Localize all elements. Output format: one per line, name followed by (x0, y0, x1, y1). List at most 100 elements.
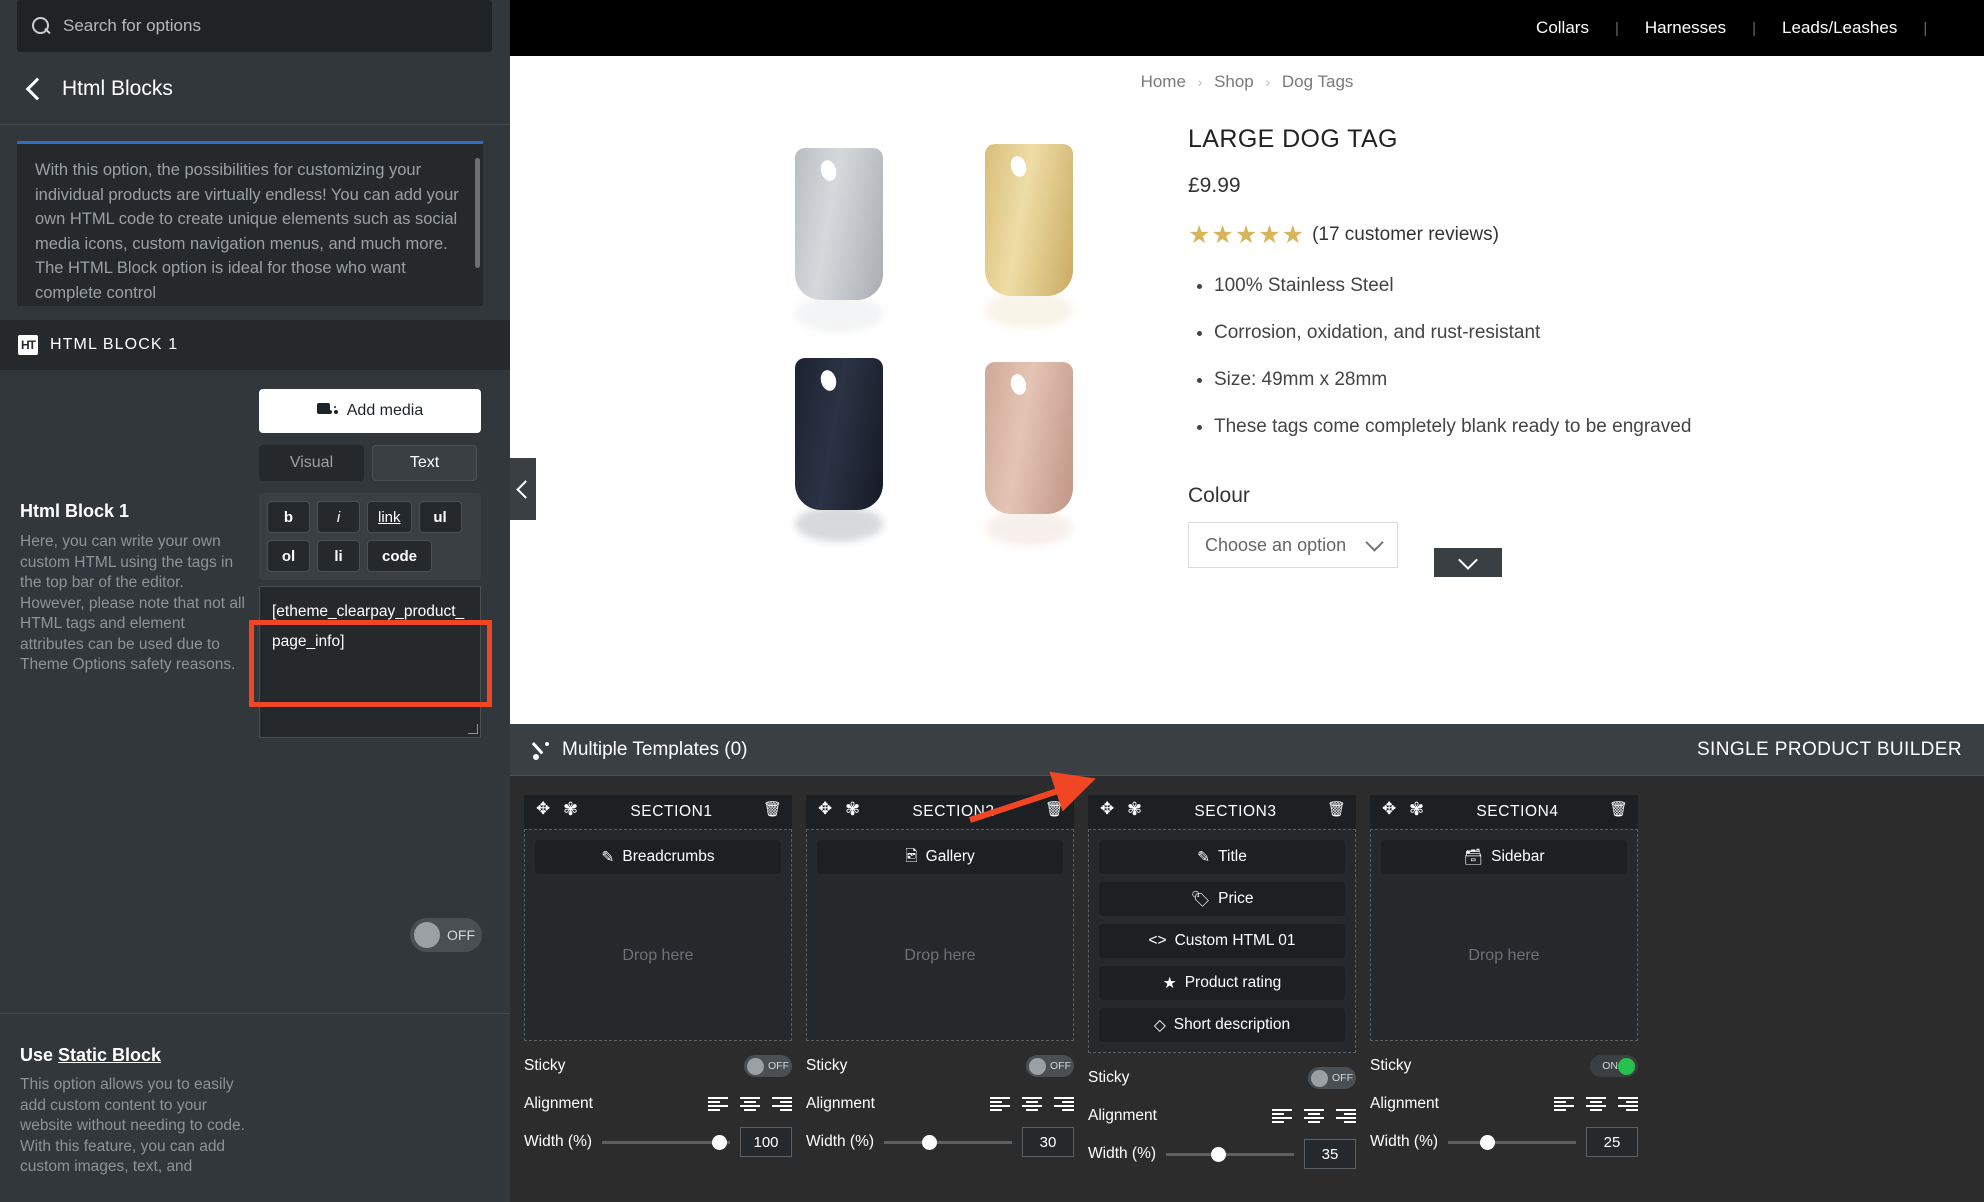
sticky-row: Sticky OFF (524, 1051, 792, 1081)
width-row: Width (%) 25 (1370, 1127, 1638, 1157)
align-left-icon[interactable] (1272, 1108, 1292, 1124)
scrollbar[interactable] (475, 158, 480, 268)
slider-knob[interactable] (922, 1134, 938, 1150)
move-icon[interactable] (536, 799, 553, 821)
sticky-toggle[interactable]: OFF (1308, 1067, 1356, 1089)
media-icon (316, 402, 337, 420)
chevron-left-icon[interactable] (14, 69, 54, 109)
resize-handle[interactable] (468, 724, 478, 734)
sticky-state: OFF (768, 1060, 789, 1072)
trash-icon[interactable] (1609, 800, 1629, 821)
alignment-controls (1272, 1108, 1356, 1124)
product-image-gold[interactable] (985, 144, 1073, 296)
section-dropzone[interactable]: ✎ Title 🏷 Price <> Custom HTML 01 ★ Prod… (1088, 829, 1356, 1053)
alignment-controls (1554, 1096, 1638, 1112)
tab-visual[interactable]: Visual (259, 445, 364, 481)
builder-element-title[interactable]: ✎ Title (1099, 840, 1345, 874)
panel-collapse-handle[interactable] (510, 458, 536, 520)
width-slider[interactable] (884, 1134, 1012, 1150)
quicktag-ul[interactable]: ul (418, 501, 462, 533)
move-icon[interactable] (1382, 799, 1399, 821)
section-dropzone[interactable]: 🗃 Sidebar Drop here (1370, 829, 1638, 1041)
multiple-templates-button[interactable]: Multiple Templates (0) (532, 739, 748, 761)
search-bar[interactable]: Search for options (17, 0, 492, 52)
nav-item-leads-leashes[interactable]: Leads/Leashes (1756, 18, 1923, 38)
gear-icon[interactable] (563, 799, 580, 821)
html-code-textarea[interactable]: [etheme_clearpay_product_page_info] (259, 586, 481, 738)
review-count-link[interactable]: (17 customer reviews) (1312, 224, 1499, 246)
section-dropzone[interactable]: 🖻 Gallery Drop here (806, 829, 1074, 1041)
colour-select[interactable]: Choose an option (1188, 522, 1398, 568)
move-icon[interactable] (818, 799, 835, 821)
align-left-icon[interactable] (990, 1096, 1010, 1112)
add-media-button[interactable]: Add media (259, 389, 481, 433)
trash-icon[interactable] (1327, 800, 1347, 821)
element-label: Product rating (1184, 974, 1282, 991)
quicktag-ol[interactable]: ol (267, 540, 310, 572)
width-slider[interactable] (1166, 1146, 1294, 1162)
product-image-rose-gold[interactable] (985, 362, 1073, 514)
align-left-icon[interactable] (708, 1096, 728, 1112)
slider-knob[interactable] (712, 1134, 728, 1150)
align-center-icon[interactable] (1304, 1108, 1324, 1124)
builder-element-price[interactable]: 🏷 Price (1099, 882, 1345, 916)
width-value[interactable]: 30 (1022, 1127, 1074, 1157)
align-center-icon[interactable] (1586, 1096, 1606, 1112)
gear-icon[interactable] (1409, 799, 1426, 821)
builder-element-short-description[interactable]: ◇ Short description (1099, 1008, 1345, 1042)
align-right-icon[interactable] (1336, 1108, 1356, 1124)
align-center-icon[interactable] (740, 1096, 760, 1112)
nav-item-collars[interactable]: Collars (1510, 18, 1615, 38)
builder-element-custom-html-01[interactable]: <> Custom HTML 01 (1099, 924, 1345, 958)
product-image-black[interactable] (795, 358, 883, 510)
breadcrumbs-icon: ✎ (601, 848, 615, 866)
gear-icon[interactable] (845, 799, 862, 821)
builder-element-breadcrumbs[interactable]: ✎ Breadcrumbs (535, 840, 781, 874)
trash-icon[interactable] (763, 800, 783, 821)
toggle-knob (1029, 1057, 1046, 1075)
tab-text[interactable]: Text (372, 445, 477, 481)
nav-item-truncated[interactable] (1927, 18, 1984, 38)
slider-knob[interactable] (1480, 1134, 1496, 1150)
builder-element-gallery[interactable]: 🖻 Gallery (817, 840, 1063, 874)
static-block-group: Use Static Block This option allows you … (20, 1045, 260, 1178)
breadcrumb-shop[interactable]: Shop (1214, 72, 1254, 91)
width-value[interactable]: 100 (740, 1127, 792, 1157)
quicktag-code[interactable]: code (367, 540, 432, 572)
static-block-link[interactable]: Static Block (58, 1045, 161, 1065)
templates-icon (532, 740, 552, 760)
builder-element-sidebar[interactable]: 🗃 Sidebar (1381, 840, 1627, 874)
quicktag-i[interactable]: i (317, 501, 360, 533)
width-slider[interactable] (602, 1134, 730, 1150)
breadcrumb-home[interactable]: Home (1141, 72, 1186, 91)
width-value[interactable]: 25 (1586, 1127, 1638, 1157)
breadcrumb-dog-tags[interactable]: Dog Tags (1282, 72, 1354, 91)
gear-icon[interactable] (1127, 799, 1144, 821)
quicktag-b[interactable]: b (267, 501, 310, 533)
quicktag-link[interactable]: link (367, 501, 412, 533)
sticky-toggle[interactable]: OFF (744, 1055, 792, 1077)
sticky-toggle[interactable]: ON (1590, 1055, 1638, 1077)
align-left-icon[interactable] (1554, 1096, 1574, 1112)
width-slider[interactable] (1448, 1134, 1576, 1150)
width-row: Width (%) 30 (806, 1127, 1074, 1157)
width-value[interactable]: 35 (1304, 1139, 1356, 1169)
align-center-icon[interactable] (1022, 1096, 1042, 1112)
scroll-down-button[interactable] (1434, 548, 1502, 580)
align-right-icon[interactable] (1054, 1096, 1074, 1112)
nav-item-harnesses[interactable]: Harnesses (1619, 18, 1752, 38)
move-icon[interactable] (1100, 799, 1117, 821)
options-panel: Search for options Html Blocks With this… (0, 0, 510, 1202)
align-right-icon[interactable] (772, 1096, 792, 1112)
trash-icon[interactable] (1045, 800, 1065, 821)
align-right-icon[interactable] (1618, 1096, 1638, 1112)
product-image-silver[interactable] (795, 148, 883, 300)
slider-knob[interactable] (1210, 1146, 1226, 1162)
builder-element-product-rating[interactable]: ★ Product rating (1099, 966, 1345, 1000)
drop-placeholder: Drop here (1468, 947, 1540, 964)
quicktag-li[interactable]: li (317, 540, 360, 572)
sticky-toggle[interactable]: OFF (1026, 1055, 1074, 1077)
static-block-toggle[interactable]: OFF (410, 918, 482, 952)
section-dropzone[interactable]: ✎ Breadcrumbs Drop here (524, 829, 792, 1041)
search-input[interactable]: Search for options (63, 16, 201, 36)
